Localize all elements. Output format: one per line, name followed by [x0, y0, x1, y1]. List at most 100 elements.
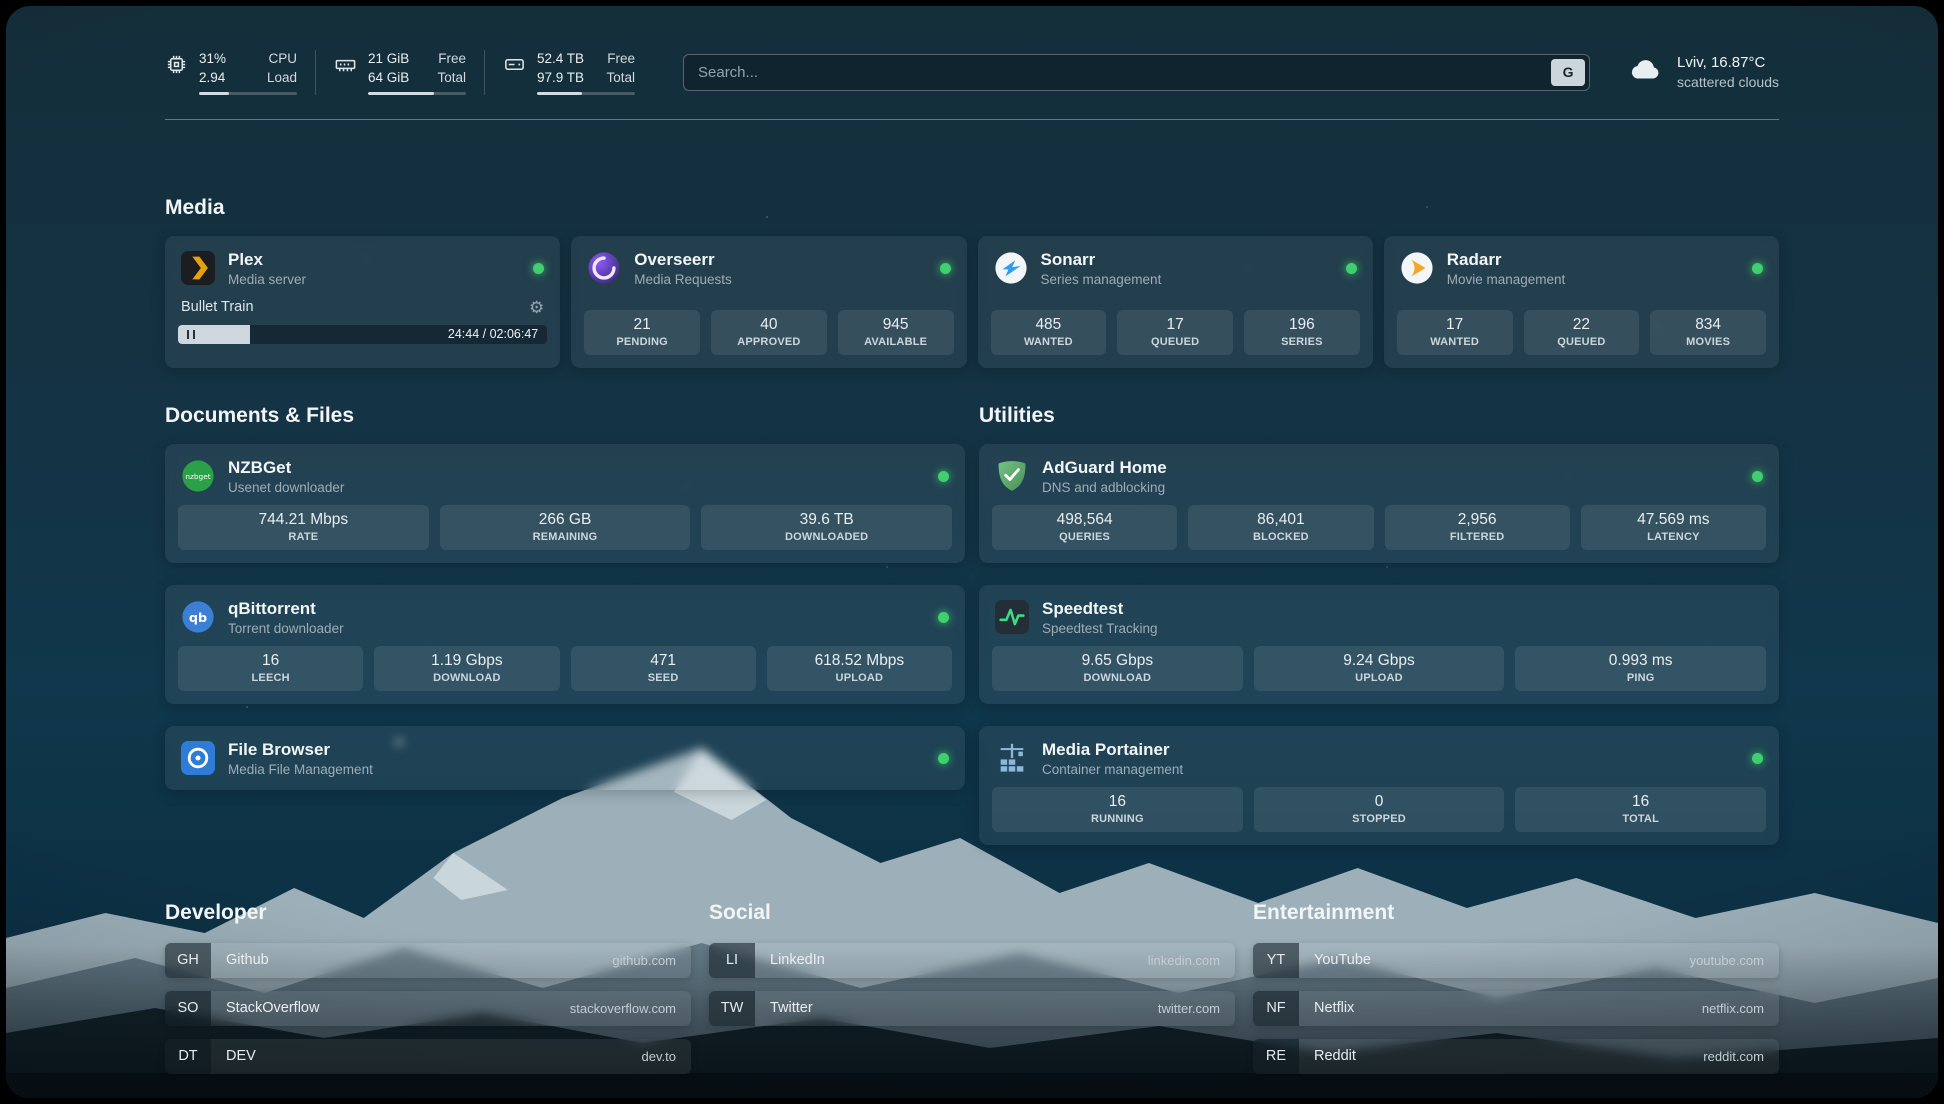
app-card-plex[interactable]: Plex Media server Bullet Train ⚙ 24:44 /…: [165, 236, 560, 368]
app-subtitle: Media File Management: [228, 762, 373, 777]
disk-total: 97.9 TB: [537, 69, 584, 88]
stat-box: 86,401BLOCKED: [1188, 505, 1373, 550]
bookmark-name: YouTube: [1314, 952, 1371, 968]
status-dot: [938, 471, 949, 482]
weather-widget: Lviv, 16.87°C scattered clouds: [1628, 54, 1779, 90]
app-card-nzbget[interactable]: nzbget NZBGet Usenet downloader 744.21 M…: [165, 444, 965, 563]
bookmark-linkedin[interactable]: LI LinkedIn linkedin.com: [709, 943, 1235, 978]
adguard-icon: [995, 459, 1029, 493]
app-card-filebrowser[interactable]: File Browser Media File Management: [165, 726, 965, 790]
stat-box: 471SEED: [571, 646, 756, 691]
bookmark-reddit[interactable]: RE Reddit reddit.com: [1253, 1039, 1779, 1074]
bookmark-abbr: YT: [1253, 943, 1299, 978]
status-dot: [1346, 263, 1357, 274]
stat-box: 21PENDING: [584, 310, 700, 355]
status-dot: [1752, 471, 1763, 482]
bookmark-github[interactable]: GH Github github.com: [165, 943, 691, 978]
stat-box: 16TOTAL: [1515, 787, 1766, 832]
cpu-label: CPU: [268, 50, 297, 69]
bookmark-twitter[interactable]: TW Twitter twitter.com: [709, 991, 1235, 1026]
bookmarks-section: Developer GH Github github.com SO StackO…: [165, 901, 1779, 1087]
status-dot: [1752, 753, 1763, 764]
app-card-sonarr[interactable]: Sonarr Series management 485WANTED 17QUE…: [978, 236, 1373, 368]
cpu-usage-bar: [199, 92, 297, 95]
stat-box: 744.21 MbpsRATE: [178, 505, 429, 550]
bookmark-url: netflix.com: [1702, 1001, 1764, 1016]
app-name: Speedtest: [1042, 599, 1158, 619]
status-dot: [938, 612, 949, 623]
search-provider-button[interactable]: G: [1551, 59, 1585, 86]
stat-box: 17WANTED: [1397, 310, 1513, 355]
disk-free: 52.4 TB: [537, 50, 584, 69]
search-input[interactable]: [683, 54, 1590, 91]
stat-box: 1.19 GbpsDOWNLOAD: [374, 646, 559, 691]
stat-box: 9.65 GbpsDOWNLOAD: [992, 646, 1243, 691]
app-subtitle: Torrent downloader: [228, 621, 344, 636]
app-subtitle: DNS and adblocking: [1042, 480, 1167, 495]
search-bar[interactable]: G: [683, 54, 1590, 91]
topbar: 31%CPU 2.94Load 21 GiBFree 64 Gi: [165, 6, 1779, 120]
bookmark-youtube[interactable]: YT YouTube youtube.com: [1253, 943, 1779, 978]
portainer-icon: [995, 741, 1029, 775]
bookmark-url: linkedin.com: [1148, 953, 1220, 968]
memory-total-label: Total: [437, 69, 466, 88]
svg-text:qb: qb: [189, 611, 207, 626]
status-dot: [938, 753, 949, 764]
bookmark-stackoverflow[interactable]: SO StackOverflow stackoverflow.com: [165, 991, 691, 1026]
bookmark-name: Reddit: [1314, 1048, 1356, 1064]
stat-box: 39.6 TBDOWNLOADED: [701, 505, 952, 550]
stat-box: 0.993 msPING: [1515, 646, 1766, 691]
stat-box: 16LEECH: [178, 646, 363, 691]
memory-widget: 21 GiBFree 64 GiBTotal: [315, 50, 484, 95]
stat-box: 945AVAILABLE: [838, 310, 954, 355]
bookmark-url: reddit.com: [1703, 1049, 1764, 1064]
app-name: NZBGet: [228, 458, 344, 478]
bookmark-name: LinkedIn: [770, 952, 825, 968]
stat-box: 17QUEUED: [1117, 310, 1233, 355]
app-subtitle: Container management: [1042, 762, 1183, 777]
app-subtitle: Speedtest Tracking: [1042, 621, 1158, 636]
cpu-widget: 31%CPU 2.94Load: [165, 50, 315, 95]
disk-total-label: Total: [606, 69, 635, 88]
bookmark-name: StackOverflow: [226, 1000, 319, 1016]
bookmark-abbr: SO: [165, 991, 211, 1026]
documents-column: Documents & Files nzbget NZBGet Usenet d…: [165, 404, 965, 845]
app-card-portainer[interactable]: Media Portainer Container management 16R…: [979, 726, 1779, 845]
app-card-adguard[interactable]: AdGuard Home DNS and adblocking 498,564Q…: [979, 444, 1779, 563]
bookmark-name: Netflix: [1314, 1000, 1354, 1016]
plex-icon: [181, 251, 215, 285]
stat-box: 9.24 GbpsUPLOAD: [1254, 646, 1505, 691]
bookmark-url: twitter.com: [1158, 1001, 1220, 1016]
app-subtitle: Media server: [228, 272, 306, 287]
memory-icon: [334, 50, 357, 95]
radarr-icon: [1400, 251, 1434, 285]
bookmark-abbr: TW: [709, 991, 755, 1026]
stat-box: 22QUEUED: [1524, 310, 1640, 355]
section-title-documents: Documents & Files: [165, 404, 965, 428]
cloud-icon: [1628, 56, 1664, 88]
bookmark-abbr: LI: [709, 943, 755, 978]
section-title-media: Media: [165, 196, 1779, 220]
app-name: Radarr: [1447, 250, 1566, 270]
bookmark-name: DEV: [226, 1048, 256, 1064]
stat-box: 16RUNNING: [992, 787, 1243, 832]
status-dot: [940, 263, 951, 274]
settings-icon[interactable]: ⚙: [529, 299, 544, 316]
speedtest-icon: [995, 600, 1029, 634]
bookmark-netflix[interactable]: NF Netflix netflix.com: [1253, 991, 1779, 1026]
bookmark-dev[interactable]: DT DEV dev.to: [165, 1039, 691, 1074]
app-card-speedtest[interactable]: Speedtest Speedtest Tracking 9.65 GbpsDO…: [979, 585, 1779, 704]
stat-box: 47.569 msLATENCY: [1581, 505, 1766, 550]
disk-free-label: Free: [607, 50, 635, 69]
app-card-overseerr[interactable]: Overseerr Media Requests 21PENDING 40APP…: [571, 236, 966, 368]
playback-time: 24:44 / 02:06:47: [448, 325, 538, 344]
bookmark-abbr: NF: [1253, 991, 1299, 1026]
bookmarks-developer: Developer GH Github github.com SO StackO…: [165, 901, 691, 1087]
app-card-qbittorrent[interactable]: qb qBittorrent Torrent downloader 16LEEC…: [165, 585, 965, 704]
app-subtitle: Series management: [1041, 272, 1162, 287]
bookmark-name: Twitter: [770, 1000, 813, 1016]
app-card-radarr[interactable]: Radarr Movie management 17WANTED 22QUEUE…: [1384, 236, 1779, 368]
media-card-row: Plex Media server Bullet Train ⚙ 24:44 /…: [165, 236, 1779, 368]
now-playing-title: Bullet Train: [181, 299, 254, 315]
stat-box: 485WANTED: [991, 310, 1107, 355]
